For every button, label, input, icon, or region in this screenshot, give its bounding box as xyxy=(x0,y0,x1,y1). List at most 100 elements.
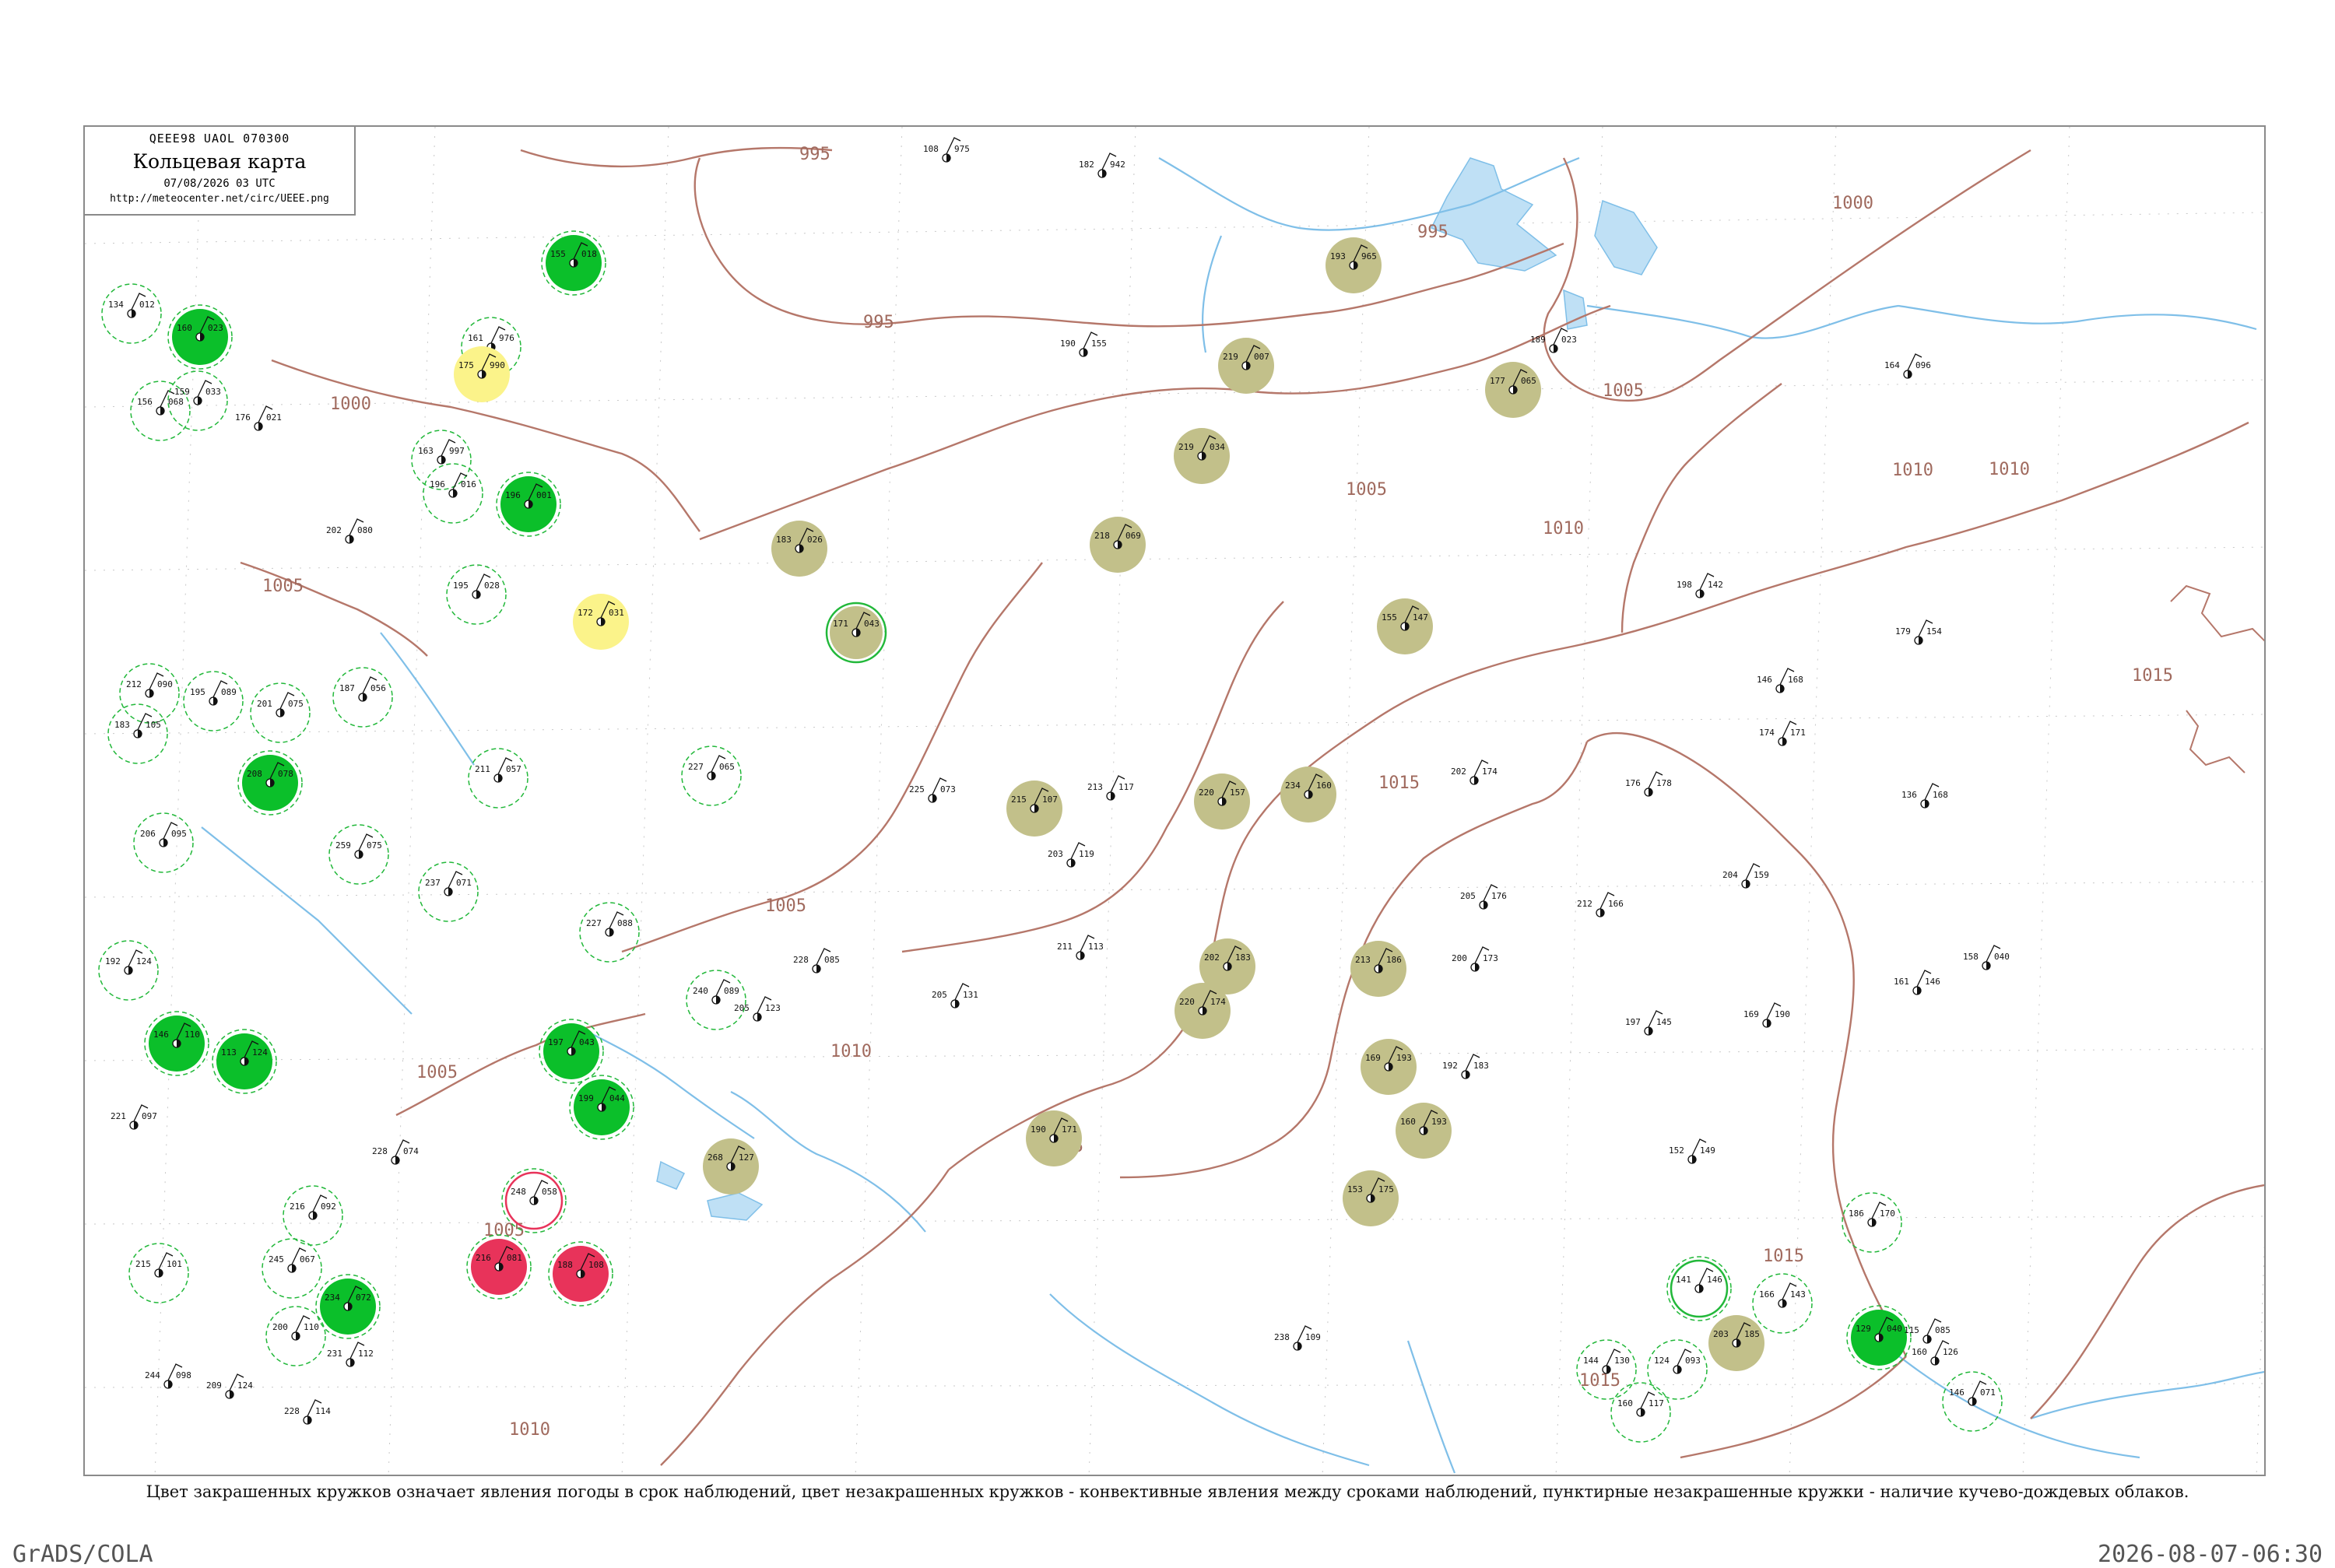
station-pressure: 193 xyxy=(1431,1117,1447,1127)
station-plot: 146 071 xyxy=(1942,1371,2003,1432)
station-plot: 244 098 xyxy=(145,1363,191,1389)
station-pressure: 108 xyxy=(588,1260,604,1270)
source-url: http://meteocenter.net/circ/UEEE.png xyxy=(110,193,329,205)
station-temp: 205 xyxy=(1460,891,1476,901)
station-plot: 221 097 xyxy=(111,1104,157,1130)
station-plot: 228 085 xyxy=(793,948,840,973)
graticule-line xyxy=(85,379,2264,408)
station-temp: 268 xyxy=(708,1152,723,1163)
station-plot: 259 075 xyxy=(328,824,389,885)
station-temp: 248 xyxy=(511,1187,526,1197)
station-pressure: 183 xyxy=(1473,1061,1489,1071)
station-pressure: 173 xyxy=(1483,953,1498,963)
station-pressure: 975 xyxy=(954,144,970,154)
graticule-line xyxy=(388,127,436,1475)
station-temp: 195 xyxy=(453,581,469,591)
station-temp: 113 xyxy=(221,1047,237,1058)
station-temp: 244 xyxy=(145,1370,160,1380)
station-pressure: 942 xyxy=(1110,160,1125,170)
station-temp: 182 xyxy=(1079,160,1094,170)
station-pressure: 130 xyxy=(1614,1356,1630,1366)
station-pressure: 178 xyxy=(1656,778,1672,788)
station-pressure: 171 xyxy=(1790,728,1806,738)
coastline xyxy=(2170,584,2264,773)
river-12 xyxy=(380,632,475,766)
station-pressure: 155 xyxy=(1091,339,1107,349)
station-pressure: 056 xyxy=(370,683,386,693)
station-plot: 211 113 xyxy=(1057,935,1104,960)
map-title-box: QEEE98 UAOL 070300 Кольцевая карта 07/08… xyxy=(83,125,356,216)
station-plot: 245 067 xyxy=(262,1238,322,1299)
station-plot: 212 090 xyxy=(119,663,180,724)
station-pressure: 007 xyxy=(1254,352,1269,362)
river-3 xyxy=(1586,304,1899,339)
station-pressure: 131 xyxy=(963,990,978,1000)
station-plot: 160 023 xyxy=(167,304,233,370)
station-pressure: 965 xyxy=(1361,251,1377,261)
station-plot: 234 072 xyxy=(315,1274,381,1339)
station-temp: 175 xyxy=(458,360,474,370)
station-temp: 160 xyxy=(1400,1117,1416,1127)
station-plot: 174 171 xyxy=(1759,721,1806,746)
station-pressure: 095 xyxy=(171,829,187,839)
station-temp: 200 xyxy=(1452,953,1467,963)
station-pressure: 160 xyxy=(1316,780,1332,791)
isobar-label: 1010 xyxy=(1989,460,2030,479)
station-plot: 227 065 xyxy=(681,745,742,806)
station-pressure: 092 xyxy=(321,1201,336,1212)
station-plot: 211 057 xyxy=(468,748,528,809)
station-pressure: 168 xyxy=(1788,675,1803,685)
station-plot: 124 093 xyxy=(1647,1339,1708,1400)
station-plot: 166 143 xyxy=(1752,1273,1813,1334)
station-plot: 179 154 xyxy=(1895,619,1942,645)
station-plot: 202 174 xyxy=(1451,759,1498,785)
station-pressure: 089 xyxy=(724,986,739,996)
station-temp: 228 xyxy=(793,955,809,965)
station-pressure: 107 xyxy=(1042,795,1058,805)
isobar-995-b xyxy=(520,146,833,168)
station-temp: 115 xyxy=(1904,1325,1919,1335)
station-plot: 205 131 xyxy=(932,983,978,1009)
lake-5 xyxy=(707,1192,764,1221)
station-temp: 196 xyxy=(430,479,445,489)
station-temp: 158 xyxy=(1963,952,1979,962)
station-temp: 176 xyxy=(235,412,251,423)
station-pressure: 085 xyxy=(1935,1325,1951,1335)
station-plot: 160 193 xyxy=(1396,1103,1452,1159)
station-plot: 225 073 xyxy=(909,777,956,803)
station-temp: 171 xyxy=(833,619,848,629)
station-pressure: 097 xyxy=(142,1111,157,1121)
isobar-label: 1015 xyxy=(1378,773,1420,793)
station-plot: 188 108 xyxy=(548,1241,613,1307)
station-pressure: 001 xyxy=(536,490,552,500)
station-plot: 129 040 xyxy=(1846,1305,1912,1370)
station-pressure: 068 xyxy=(168,397,184,407)
station-plot: 190 155 xyxy=(1060,331,1107,357)
station-plot: 113 124 xyxy=(212,1029,277,1094)
station-plot: 268 127 xyxy=(703,1138,759,1194)
station-temp: 189 xyxy=(1530,335,1546,345)
station-plot: 198 142 xyxy=(1677,573,1723,598)
station-pressure: 170 xyxy=(1880,1208,1895,1219)
station-plot: 176 021 xyxy=(235,405,282,431)
bulletin-codes: QEEE98 UAOL 070300 xyxy=(149,132,290,146)
isobar-1010-a xyxy=(660,1169,950,1466)
station-temp: 234 xyxy=(325,1293,340,1303)
station-pressure: 147 xyxy=(1413,612,1428,623)
station-temp: 201 xyxy=(257,699,272,709)
station-temp: 211 xyxy=(475,764,490,774)
station-pressure: 081 xyxy=(507,1253,522,1263)
station-plot: 183 026 xyxy=(771,521,827,577)
station-pressure: 101 xyxy=(167,1259,182,1269)
station-pressure: 174 xyxy=(1210,997,1226,1007)
station-temp: 234 xyxy=(1285,780,1301,791)
station-pressure: 057 xyxy=(506,764,521,774)
station-plot: 204 159 xyxy=(1722,863,1769,889)
isobar-label: 1010 xyxy=(1543,519,1584,538)
station-temp: 218 xyxy=(1094,531,1110,541)
station-pressure: 171 xyxy=(1062,1124,1077,1135)
station-pressure: 071 xyxy=(456,878,472,888)
station-temp: 203 xyxy=(1713,1329,1729,1339)
station-temp: 129 xyxy=(1856,1324,1871,1334)
station-plot: 192 124 xyxy=(98,940,159,1001)
